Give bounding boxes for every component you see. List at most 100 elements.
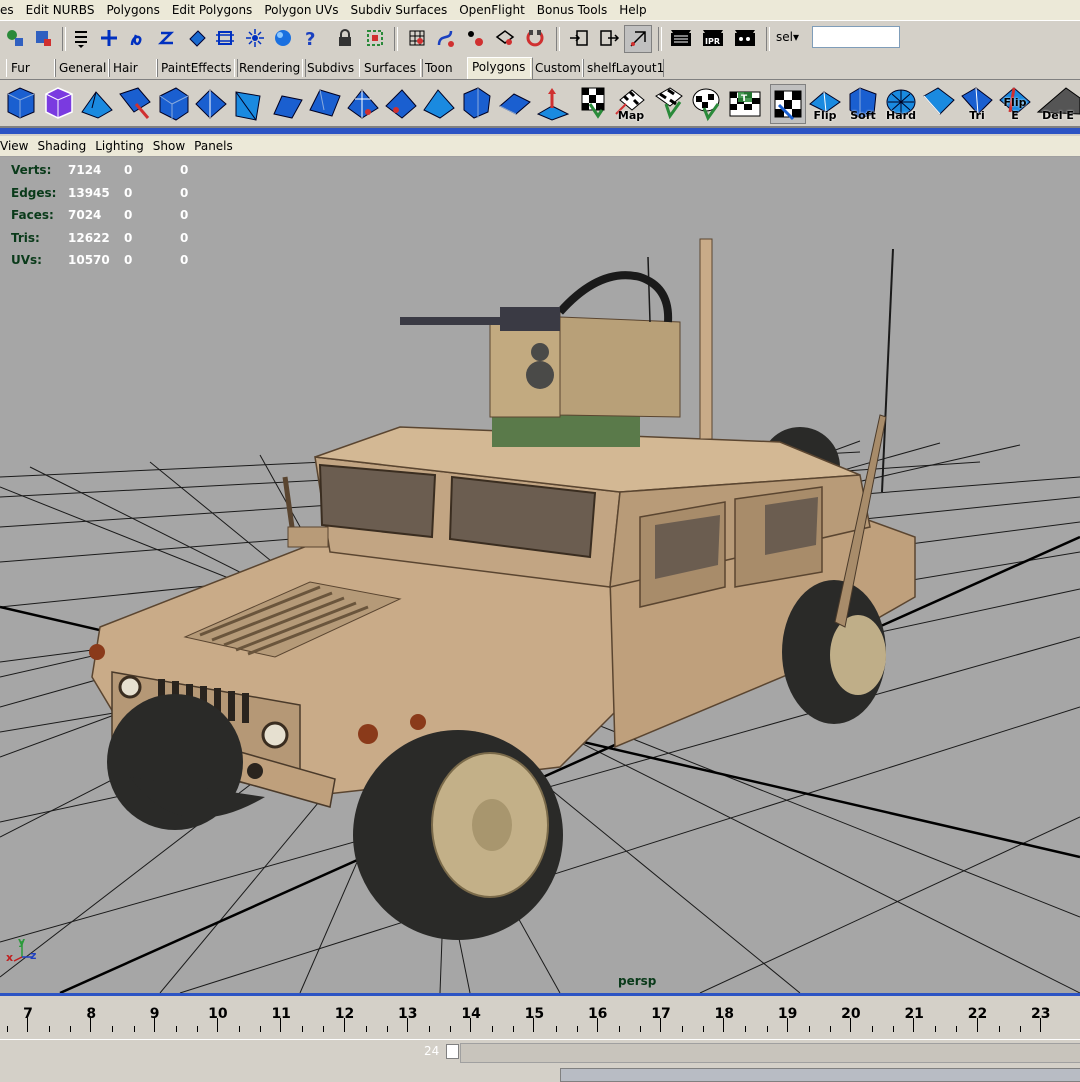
menu-item-subdiv-surfaces[interactable]: Subdiv Surfaces	[345, 0, 454, 20]
toolbar-separator	[394, 27, 398, 51]
menu-item-polygon-uvs[interactable]: Polygon UVs	[258, 0, 344, 20]
tab-hair[interactable]: Hair	[108, 59, 158, 77]
poly-count-hud: Verts: 7124 0 0 Edges: 13945 0 0 Faces: …	[11, 159, 211, 272]
panel-menu-panels[interactable]: Panels	[194, 136, 238, 156]
select-by-misc-icon[interactable]: ?	[298, 25, 324, 51]
make-live-icon[interactable]	[522, 25, 548, 51]
delete-edge-icon[interactable]: Del E	[1036, 84, 1080, 122]
tab-shelflayout1[interactable]: shelfLayout1	[582, 59, 664, 77]
smooth-icon[interactable]	[498, 84, 532, 122]
harden-edge-icon[interactable]: Hard	[884, 84, 918, 122]
menu-item-edit-polygons[interactable]: Edit Polygons	[166, 0, 258, 20]
panel-menu-shading[interactable]: Shading	[37, 136, 91, 156]
checker-map-icon[interactable]	[576, 84, 610, 122]
hud-value: 0	[180, 230, 189, 245]
tab-toon[interactable]: Toon	[420, 59, 470, 77]
panel-divider	[0, 128, 1080, 134]
create-polygon-cube-icon[interactable]	[4, 84, 38, 122]
chamfer-vertex-icon[interactable]	[308, 84, 342, 122]
range-end-value: 24	[424, 1044, 440, 1058]
subdivide-icon[interactable]	[346, 84, 380, 122]
axis-y-label: y	[18, 935, 26, 948]
menu-item-edit-nurbs[interactable]: Edit NURBS	[20, 0, 101, 20]
construction-history-icon[interactable]	[624, 25, 652, 53]
snap-to-curve-icon[interactable]	[432, 25, 458, 51]
merge-vertices-icon[interactable]	[194, 84, 228, 122]
select-by-surface-icon[interactable]	[184, 25, 210, 51]
tab-general[interactable]: General	[54, 59, 110, 77]
select-object-icon[interactable]	[30, 25, 56, 51]
timeline-frame-number: 21	[904, 1006, 924, 1022]
render-globals-icon[interactable]	[732, 25, 758, 51]
soften-edge-icon[interactable]: Soft	[846, 84, 880, 122]
menu-set-icon[interactable]	[68, 25, 94, 51]
bevel-icon[interactable]	[422, 84, 456, 122]
svg-text:?: ?	[305, 29, 315, 49]
highlight-selection-icon[interactable]	[362, 25, 388, 51]
snap-to-grid-icon[interactable]	[404, 25, 430, 51]
collapse-icon[interactable]	[384, 84, 418, 122]
uv-texture-editor-icon[interactable]: T	[728, 84, 762, 122]
ipr-render-icon[interactable]: IPR	[700, 25, 726, 51]
reduce-icon[interactable]	[460, 84, 494, 122]
timeline-minor-tick	[618, 1026, 620, 1032]
menu-item-bonus-tools[interactable]: Bonus Tools	[531, 0, 613, 20]
panel-menu-lighting[interactable]: Lighting	[95, 136, 149, 156]
tab-polygons[interactable]: Polygons	[467, 57, 533, 79]
tab-rendering[interactable]: Rendering	[234, 59, 306, 77]
cylindrical-map-icon[interactable]	[652, 84, 686, 122]
panel-menu-show[interactable]: Show	[153, 136, 190, 156]
range-slider[interactable]: 24	[0, 1039, 1080, 1066]
quick-selection-field[interactable]	[812, 26, 900, 48]
render-current-frame-icon[interactable]	[668, 25, 694, 51]
poke-faces-icon[interactable]	[270, 84, 304, 122]
menu-item-polygons[interactable]: Polygons	[100, 0, 165, 20]
quick-selection-label[interactable]: sel▾	[776, 30, 799, 44]
tab-surfaces[interactable]: Surfaces	[359, 59, 423, 77]
hud-value: 0	[180, 185, 189, 200]
snap-to-view-plane-icon[interactable]	[492, 25, 518, 51]
perspective-viewport[interactable]: Verts: 7124 0 0 Edges: 13945 0 0 Faces: …	[0, 157, 1080, 993]
split-polygon-icon[interactable]	[156, 84, 190, 122]
tab-fur[interactable]: Fur	[6, 59, 56, 77]
spherical-map-icon[interactable]	[690, 84, 724, 122]
select-hierarchy-icon[interactable]	[2, 25, 28, 51]
flip-edge-icon[interactable]: Flip E	[998, 84, 1032, 122]
triangulate-icon[interactable]: Tri	[960, 84, 994, 122]
timeline-minor-tick	[112, 1026, 114, 1032]
planar-map-icon[interactable]: Map	[614, 84, 648, 122]
snap-to-point-icon[interactable]	[462, 25, 488, 51]
panel-menu-view[interactable]: View	[0, 136, 33, 156]
polygon-select-icon[interactable]	[922, 84, 956, 122]
shelf-label-del-e: Del E	[1042, 109, 1074, 122]
select-by-component-icon[interactable]	[96, 25, 122, 51]
range-bar[interactable]	[460, 1043, 1080, 1063]
tab-custom[interactable]: Custom	[530, 59, 584, 77]
menu-item-openflight[interactable]: OpenFlight	[453, 0, 531, 20]
menu-item-help[interactable]: Help	[613, 0, 652, 20]
flip-uvs-icon[interactable]: Flip	[808, 84, 842, 122]
tab-subdivs[interactable]: Subdivs	[302, 59, 360, 77]
select-by-render-icon[interactable]	[270, 25, 296, 51]
input-operations-icon[interactable]	[566, 25, 592, 51]
timeline-frame-number: 20	[841, 1006, 861, 1022]
wedge-faces-icon[interactable]	[232, 84, 266, 122]
lock-selection-icon[interactable]	[332, 25, 358, 51]
extrude-edge-icon[interactable]	[118, 84, 152, 122]
svg-text:T: T	[741, 94, 748, 104]
select-by-curve-icon[interactable]	[154, 25, 180, 51]
select-by-deformer-icon[interactable]	[212, 25, 238, 51]
toolbar-separator	[556, 27, 560, 51]
extrude-face-icon[interactable]	[80, 84, 114, 122]
select-by-handle-icon[interactable]	[124, 25, 150, 51]
range-end-box[interactable]	[446, 1044, 459, 1059]
tab-painteffects[interactable]: PaintEffects	[156, 59, 238, 77]
create-polygon-cube-wire-icon[interactable]	[42, 84, 76, 122]
create-uvs-icon[interactable]	[536, 84, 570, 122]
select-by-dynamics-icon[interactable]	[242, 25, 268, 51]
time-slider[interactable]: 7 8 9 10 11 12 13 14 15 16 17 18 19 20 21 22 23	[0, 993, 1080, 1042]
output-operations-icon[interactable]	[596, 25, 622, 51]
antenna-whip	[881, 248, 894, 493]
uv-snapshot-icon[interactable]	[770, 84, 806, 124]
menu-item-edit[interactable]: es	[0, 0, 20, 20]
